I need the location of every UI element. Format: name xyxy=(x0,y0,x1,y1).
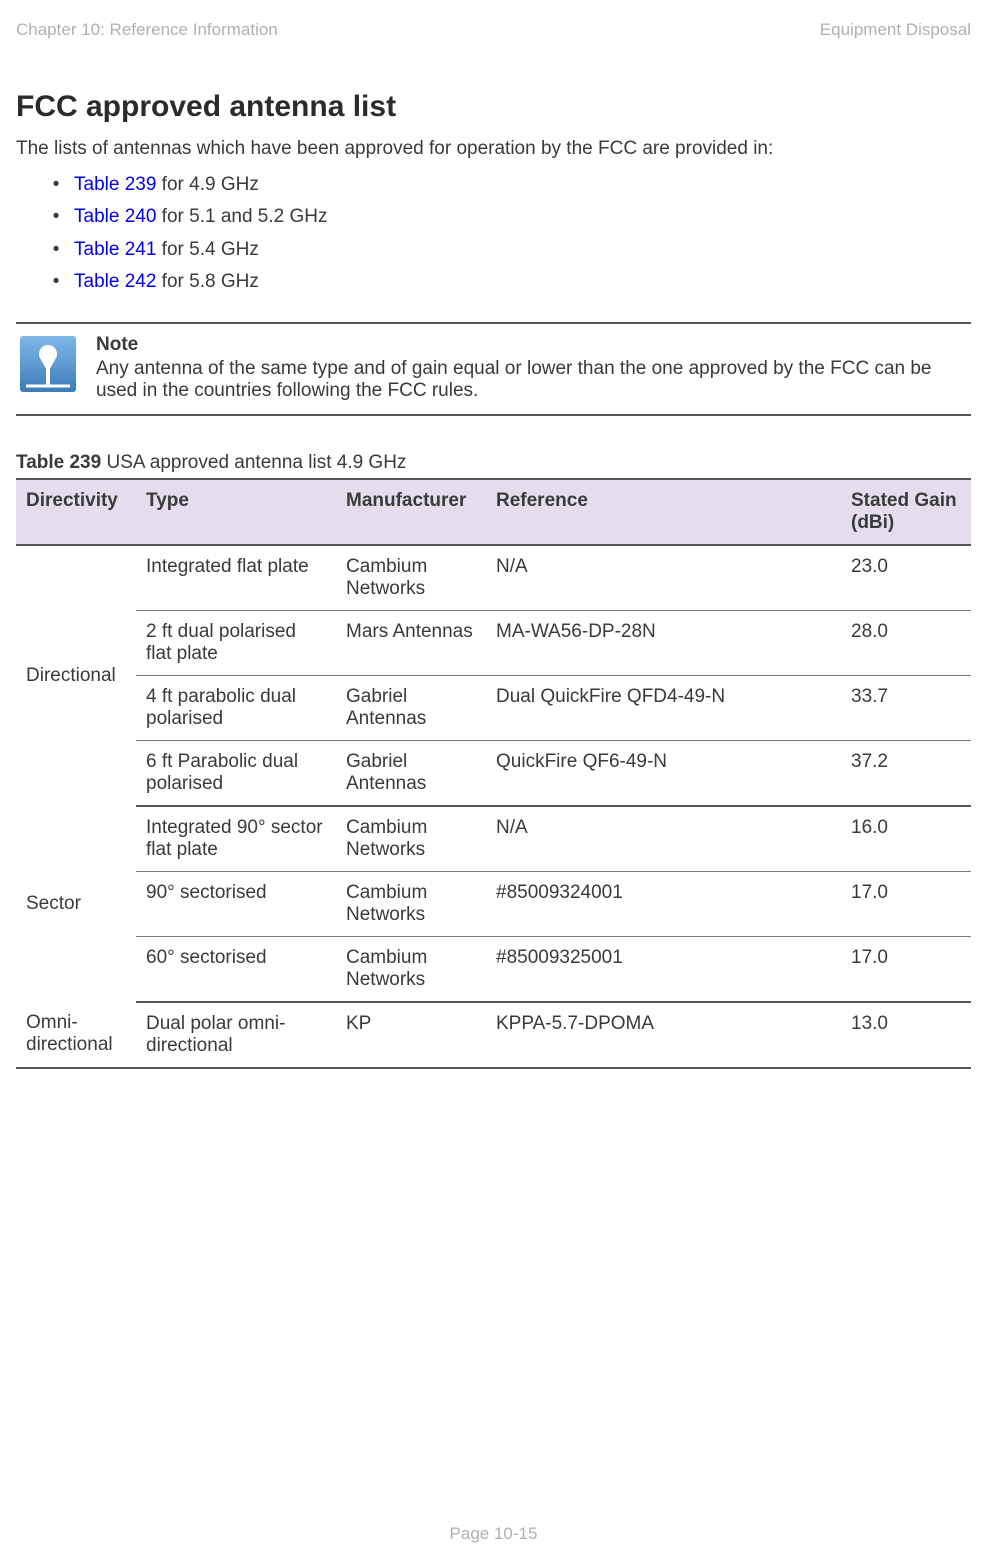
cell-manufacturer: Cambium Networks xyxy=(336,806,486,872)
bullet-list: Table 239 for 4.9 GHz Table 240 for 5.1 … xyxy=(16,170,971,298)
cell-gain: 23.0 xyxy=(841,545,971,611)
col-header-directivity: Directivity xyxy=(16,479,136,545)
col-header-type: Type xyxy=(136,479,336,545)
list-item-text: for 5.8 GHz xyxy=(156,271,258,292)
table-row: Sector Integrated 90° sector flat plate … xyxy=(16,806,971,872)
list-item-text: for 4.9 GHz xyxy=(156,174,258,195)
cell-directivity: Directional xyxy=(16,545,136,806)
note-body: Any antenna of the same type and of gain… xyxy=(96,358,967,402)
cell-manufacturer: Cambium Networks xyxy=(336,936,486,1002)
cell-type: Integrated 90° sector flat plate xyxy=(136,806,336,872)
table-row: 6 ft Parabolic dual polarised Gabriel An… xyxy=(16,740,971,806)
cell-reference: N/A xyxy=(486,806,841,872)
page-footer: Page 10-15 xyxy=(0,1524,987,1544)
intro-paragraph: The lists of antennas which have been ap… xyxy=(16,138,971,160)
cell-manufacturer: Mars Antennas xyxy=(336,610,486,675)
table-row: 4 ft parabolic dual polarised Gabriel An… xyxy=(16,675,971,740)
cell-type: 6 ft Parabolic dual polarised xyxy=(136,740,336,806)
cell-gain: 17.0 xyxy=(841,871,971,936)
note-icon xyxy=(20,336,76,392)
cell-directivity: Omni-directional xyxy=(16,1002,136,1068)
cell-gain: 28.0 xyxy=(841,610,971,675)
note-block: Note Any antenna of the same type and of… xyxy=(16,324,971,414)
cell-reference: KPPA-5.7-DPOMA xyxy=(486,1002,841,1068)
cell-reference: #85009325001 xyxy=(486,936,841,1002)
list-item: Table 242 for 5.8 GHz xyxy=(70,267,971,297)
table-row: 2 ft dual polarised flat plate Mars Ante… xyxy=(16,610,971,675)
table-row: 60° sectorised Cambium Networks #8500932… xyxy=(16,936,971,1002)
table-link[interactable]: Table 241 xyxy=(74,239,156,260)
table-row: 90° sectorised Cambium Networks #8500932… xyxy=(16,871,971,936)
list-item: Table 241 for 5.4 GHz xyxy=(70,235,971,265)
header-right: Equipment Disposal xyxy=(820,20,971,40)
cell-type: Dual polar omni-directional xyxy=(136,1002,336,1068)
table-row: Directional Integrated flat plate Cambiu… xyxy=(16,545,971,611)
cell-type: Integrated flat plate xyxy=(136,545,336,611)
cell-reference: N/A xyxy=(486,545,841,611)
cell-manufacturer: Cambium Networks xyxy=(336,871,486,936)
cell-gain: 37.2 xyxy=(841,740,971,806)
table-header-row: Directivity Type Manufacturer Reference … xyxy=(16,479,971,545)
section-title: FCC approved antenna list xyxy=(16,90,971,124)
table-caption-text: USA approved antenna list 4.9 GHz xyxy=(101,452,406,473)
cell-manufacturer: Cambium Networks xyxy=(336,545,486,611)
cell-reference: Dual QuickFire QFD4-49-N xyxy=(486,675,841,740)
cell-reference: #85009324001 xyxy=(486,871,841,936)
cell-gain: 17.0 xyxy=(841,936,971,1002)
table-link[interactable]: Table 242 xyxy=(74,271,156,292)
list-item-text: for 5.4 GHz xyxy=(156,239,258,260)
cell-type: 90° sectorised xyxy=(136,871,336,936)
divider xyxy=(16,414,971,416)
antenna-table: Directivity Type Manufacturer Reference … xyxy=(16,478,971,1069)
cell-manufacturer: Gabriel Antennas xyxy=(336,740,486,806)
cell-reference: QuickFire QF6-49-N xyxy=(486,740,841,806)
running-header: Chapter 10: Reference Information Equipm… xyxy=(16,20,971,40)
table-link[interactable]: Table 240 xyxy=(74,206,156,227)
cell-manufacturer: KP xyxy=(336,1002,486,1068)
list-item-text: for 5.1 and 5.2 GHz xyxy=(156,206,327,227)
header-left: Chapter 10: Reference Information xyxy=(16,20,278,40)
table-link[interactable]: Table 239 xyxy=(74,174,156,195)
cell-gain: 16.0 xyxy=(841,806,971,872)
cell-type: 4 ft parabolic dual polarised xyxy=(136,675,336,740)
col-header-manufacturer: Manufacturer xyxy=(336,479,486,545)
table-label: Table 239 xyxy=(16,452,101,473)
list-item: Table 239 for 4.9 GHz xyxy=(70,170,971,200)
list-item: Table 240 for 5.1 and 5.2 GHz xyxy=(70,202,971,232)
table-caption: Table 239 USA approved antenna list 4.9 … xyxy=(16,452,971,474)
cell-type: 60° sectorised xyxy=(136,936,336,1002)
col-header-gain: Stated Gain (dBi) xyxy=(841,479,971,545)
table-row: Omni-directional Dual polar omni-directi… xyxy=(16,1002,971,1068)
cell-type: 2 ft dual polarised flat plate xyxy=(136,610,336,675)
cell-reference: MA-WA56-DP-28N xyxy=(486,610,841,675)
cell-gain: 13.0 xyxy=(841,1002,971,1068)
cell-gain: 33.7 xyxy=(841,675,971,740)
note-title: Note xyxy=(96,334,967,356)
col-header-reference: Reference xyxy=(486,479,841,545)
cell-manufacturer: Gabriel Antennas xyxy=(336,675,486,740)
cell-directivity: Sector xyxy=(16,806,136,1002)
